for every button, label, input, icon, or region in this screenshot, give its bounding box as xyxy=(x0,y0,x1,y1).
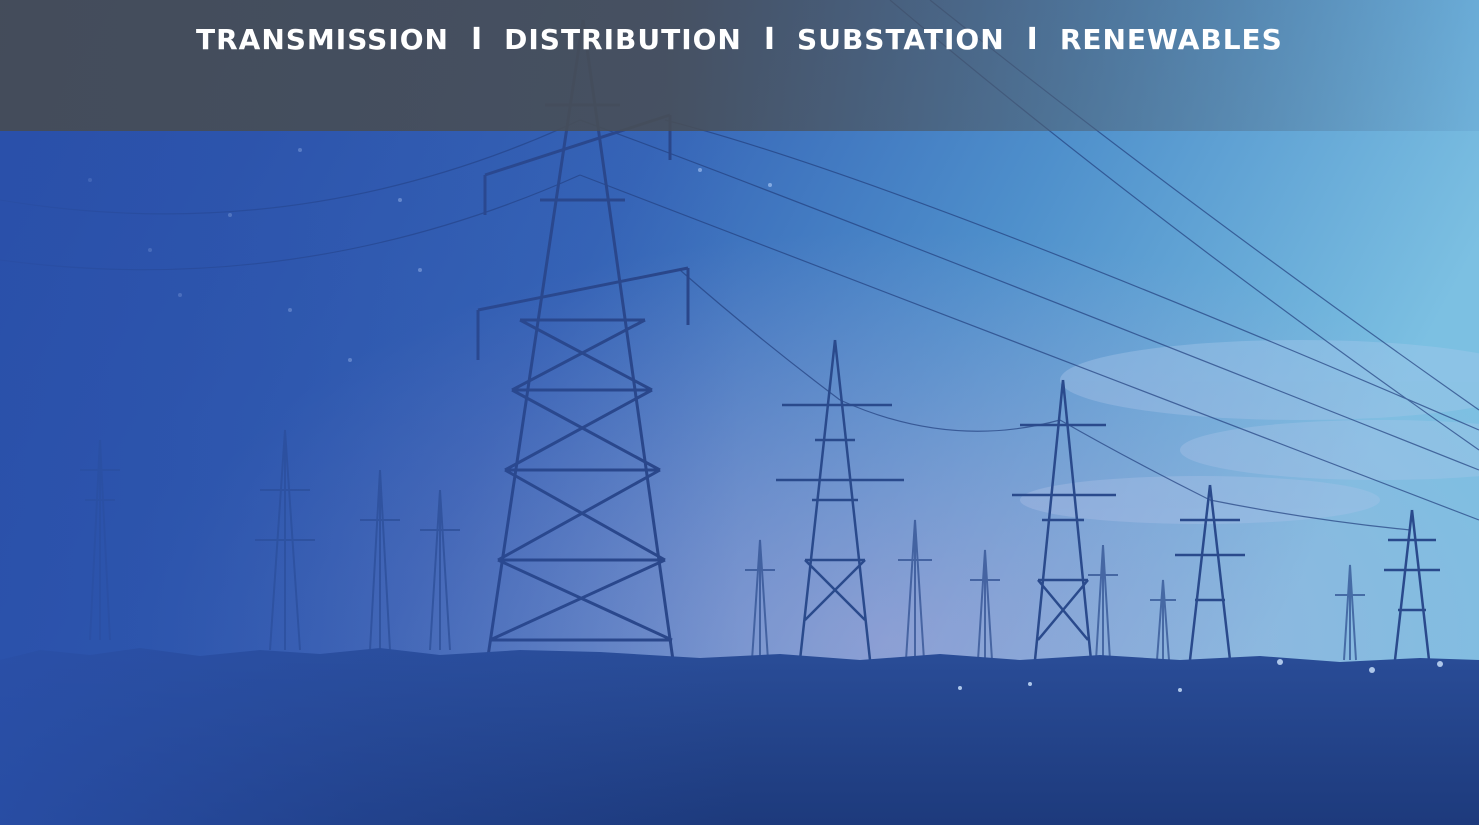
nav-link-transmission[interactable]: TRANSMISSION xyxy=(196,20,449,60)
nav-link-distribution[interactable]: DISTRIBUTION xyxy=(504,20,742,60)
nav-separator: I xyxy=(1026,22,1038,57)
nav-separator: I xyxy=(763,22,776,57)
category-nav: TRANSMISSION I DISTRIBUTION I SUBSTATION… xyxy=(196,20,1283,60)
nav-link-renewables[interactable]: RENEWABLES xyxy=(1060,20,1283,60)
hero-banner: TRANSMISSION I DISTRIBUTION I SUBSTATION… xyxy=(0,0,1479,825)
nav-separator: I xyxy=(470,22,483,57)
nav-link-substation[interactable]: SUBSTATION xyxy=(797,20,1005,60)
